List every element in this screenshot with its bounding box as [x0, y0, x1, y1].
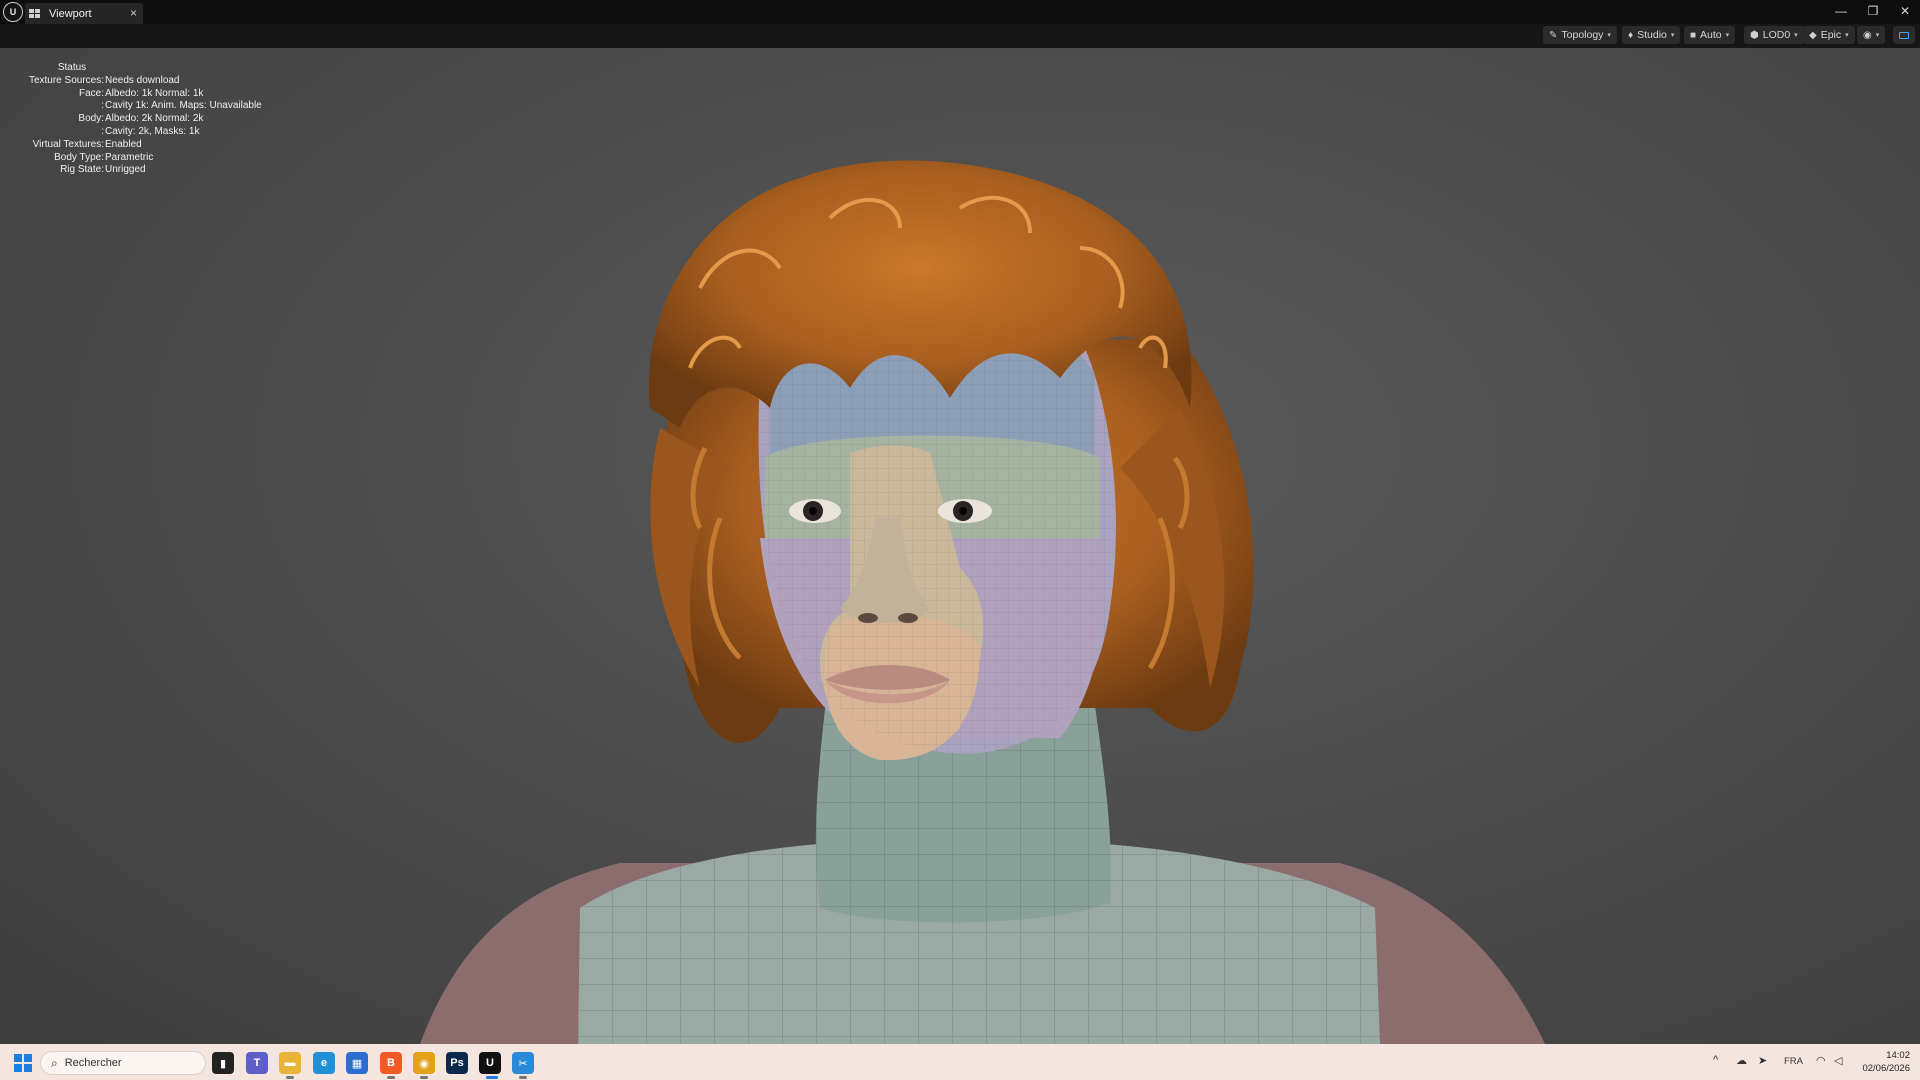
volume-icon[interactable]: ◁ — [1834, 1054, 1842, 1067]
clock[interactable]: 14:02 02/06/2026 — [1852, 1049, 1910, 1075]
snipping-app-icon[interactable]: ✂ — [512, 1052, 534, 1074]
app-running-indicator — [420, 1076, 428, 1079]
tab-viewport[interactable]: Viewport × — [25, 3, 143, 24]
character-render — [420, 160, 1545, 1044]
topology-dropdown[interactable]: ✎ Topology ▾ — [1543, 26, 1617, 44]
unreal-logo-icon[interactable]: U — [3, 2, 23, 22]
status-row: Face: Albedo: 1k Normal: 1k — [78, 87, 204, 99]
status-row: Body: Albedo: 2k Normal: 2k — [78, 113, 204, 125]
clock-time: 14:02 — [1886, 1050, 1910, 1061]
tab-close-icon[interactable]: × — [130, 6, 137, 20]
viewport-grid-icon — [29, 8, 41, 19]
chevron-down-icon: ▾ — [1794, 32, 1798, 39]
send-icon[interactable]: ➤ — [1758, 1054, 1767, 1067]
chrome-app-icon[interactable]: ◉ — [413, 1052, 435, 1074]
minimize-button[interactable]: — — [1826, 1, 1856, 21]
status-row: Virtual Textures: Enabled — [32, 138, 142, 150]
app-running-indicator — [519, 1076, 527, 1079]
status-title: Status — [57, 62, 87, 73]
taskbar: ⌕ Rechercher ▮ T ▬ e ▦ B ◉ Ps U ✂ ^ ☁ ➤ … — [0, 1044, 1920, 1080]
edge-app-icon[interactable]: e — [313, 1052, 335, 1074]
explorer-app-icon[interactable]: ▬ — [279, 1052, 301, 1074]
lod-icon: ⬢ — [1750, 29, 1759, 41]
status-row: : Cavity: 2k, Masks: 1k — [101, 125, 200, 137]
tab-label: Viewport — [49, 7, 92, 20]
close-button[interactable]: ✕ — [1890, 1, 1920, 21]
camera-dropdown[interactable]: ■ Auto ▾ — [1684, 26, 1736, 44]
tray-chevron-icon[interactable]: ^ — [1713, 1054, 1718, 1066]
chevron-down-icon: ▾ — [1607, 32, 1611, 39]
terminal-app-icon[interactable]: ▮ — [212, 1052, 234, 1074]
app-running-indicator — [286, 1076, 294, 1079]
quality-icon: ◆ — [1809, 29, 1817, 41]
display-icon — [1899, 31, 1909, 39]
teams-app-icon[interactable]: T — [246, 1052, 268, 1074]
brush-icon: ✎ — [1549, 29, 1558, 41]
wifi-icon[interactable]: ◠ — [1816, 1054, 1826, 1067]
onedrive-icon[interactable]: ☁ — [1736, 1054, 1747, 1067]
light-icon: ♦ — [1628, 29, 1634, 41]
brave-app-icon[interactable]: B — [380, 1052, 402, 1074]
quality-dropdown[interactable]: ◆ Epic ▾ — [1803, 26, 1855, 44]
start-button[interactable] — [14, 1054, 32, 1072]
status-row: Texture Sources: Needs download — [28, 74, 180, 86]
view-options-dropdown[interactable]: ◉ ▾ — [1857, 26, 1886, 44]
status-row: Body Type: Parametric — [54, 151, 154, 163]
chevron-down-icon: ▾ — [1845, 32, 1849, 39]
lod-dropdown[interactable]: ⬢ LOD0 ▾ — [1744, 26, 1804, 44]
search-icon: ⌕ — [51, 1055, 58, 1070]
unreal-app-icon[interactable]: U — [479, 1052, 501, 1074]
chevron-down-icon: ▾ — [1875, 32, 1880, 39]
chevron-down-icon: ▾ — [1670, 32, 1675, 39]
camera-icon: ■ — [1690, 29, 1697, 41]
language-indicator[interactable]: FRA — [1784, 1056, 1803, 1067]
status-row: : Cavity 1k: Anim. Maps: Unavailable — [101, 100, 262, 112]
eye-icon: ◉ — [1863, 29, 1872, 41]
3d-viewport[interactable]: Status Texture Sources: Needs download Fa… — [0, 48, 1920, 1044]
clock-date: 02/06/2026 — [1862, 1063, 1910, 1074]
status-row: Rig State: Unrigged — [60, 164, 146, 176]
lighting-dropdown[interactable]: ♦ Studio ▾ — [1622, 26, 1681, 44]
photoshop-app-icon[interactable]: Ps — [446, 1052, 468, 1074]
display-toggle-button[interactable] — [1893, 26, 1915, 44]
app-running-indicator — [387, 1076, 395, 1079]
search-placeholder: Rechercher — [64, 1057, 122, 1069]
chevron-down-icon: ▾ — [1725, 32, 1730, 39]
status-panel: Status Texture Sources: Needs download Fa… — [20, 62, 262, 177]
taskbar-search[interactable]: ⌕ Rechercher — [40, 1051, 206, 1075]
restore-button[interactable]: ❐ — [1858, 1, 1888, 21]
store-app-icon[interactable]: ▦ — [346, 1052, 368, 1074]
title-bar: U Viewport × — ❐ ✕ — [0, 0, 1920, 24]
app-active-indicator — [486, 1076, 498, 1079]
